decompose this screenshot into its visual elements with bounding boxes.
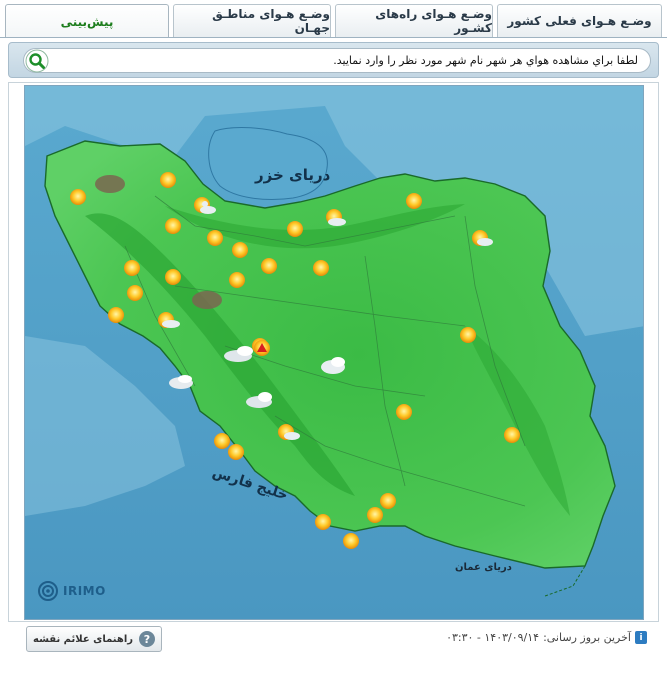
caspian-sea-label: دریای خزر — [255, 166, 331, 184]
sun-icon[interactable] — [396, 404, 412, 420]
tab-current-weather[interactable]: وضـع هـوای فعلی کشور — [497, 4, 662, 37]
sun-icon[interactable] — [232, 242, 248, 258]
partly-cloudy-icon[interactable] — [284, 432, 300, 440]
last-update: i آخرین بروز رسانی: ۱۴۰۳/۰۹/۱۴ - ۰۳:۳۰ — [446, 631, 647, 644]
partly-cloudy-icon[interactable] — [162, 320, 180, 328]
sun-icon[interactable] — [287, 221, 303, 237]
sun-icon[interactable] — [124, 260, 140, 276]
irimo-emblem-icon — [38, 581, 58, 601]
sun-icon[interactable] — [229, 272, 245, 288]
sun-icon[interactable] — [315, 514, 331, 530]
irimo-logo-text: IRIMO — [63, 584, 106, 598]
partly-cloudy-icon[interactable] — [328, 218, 346, 226]
sun-icon[interactable] — [70, 189, 86, 205]
weather-map[interactable]: دریای خزر خلیج فارس دریای عمان IRIMO — [24, 85, 644, 620]
tab-roads-weather[interactable]: وضـع هـوای راه‌های کشـور — [335, 4, 493, 37]
tab-bar: وضـع هـوای فعلی کشور وضـع هـوای راه‌های … — [0, 0, 667, 38]
dust-icon[interactable] — [192, 291, 222, 309]
sun-icon[interactable] — [214, 433, 230, 449]
help-icon: ? — [139, 631, 155, 647]
dust-icon[interactable] — [95, 175, 125, 193]
sun-icon[interactable] — [160, 172, 176, 188]
sun-icon[interactable] — [367, 507, 383, 523]
sun-icon[interactable] — [165, 269, 181, 285]
search-icon[interactable] — [25, 49, 49, 73]
map-legend-label: راهنمای علائم نقشه — [33, 633, 133, 645]
last-update-label: آخرین بروز رسانی: — [543, 631, 631, 644]
tab-world-weather[interactable]: وضـع هـوای مناطـق جهـان — [173, 4, 331, 37]
sun-icon[interactable] — [165, 218, 181, 234]
sun-icon[interactable] — [127, 285, 143, 301]
sun-icon[interactable] — [504, 427, 520, 443]
map-panel: دریای خزر خلیج فارس دریای عمان IRIMO — [8, 82, 659, 622]
iran-map — [25, 86, 643, 619]
sun-icon[interactable] — [380, 493, 396, 509]
last-update-value: ۱۴۰۳/۰۹/۱۴ - ۰۳:۳۰ — [446, 631, 540, 644]
map-legend-button[interactable]: راهنمای علائم نقشه ? — [26, 626, 162, 652]
partly-cloudy-icon[interactable] — [477, 238, 493, 246]
search-bar — [8, 42, 659, 78]
tab-forecast[interactable]: پیش‌بینی — [5, 4, 169, 38]
map-footer: راهنمای علائم نقشه ? i آخرین بروز رسانی:… — [8, 626, 659, 674]
sun-icon[interactable] — [228, 444, 244, 460]
sun-icon[interactable] — [108, 307, 124, 323]
sun-icon[interactable] — [406, 193, 422, 209]
sun-icon[interactable] — [313, 260, 329, 276]
city-search-input[interactable] — [23, 48, 651, 73]
storm-warning-icon[interactable] — [254, 340, 270, 356]
sea-of-oman-label: دریای عمان — [455, 562, 512, 573]
tab-divider — [0, 37, 667, 38]
sun-icon[interactable] — [460, 327, 476, 343]
sun-icon[interactable] — [207, 230, 223, 246]
irimo-logo: IRIMO — [37, 580, 106, 602]
sun-icon[interactable] — [261, 258, 277, 274]
info-icon: i — [635, 631, 647, 644]
sun-icon[interactable] — [343, 533, 359, 549]
